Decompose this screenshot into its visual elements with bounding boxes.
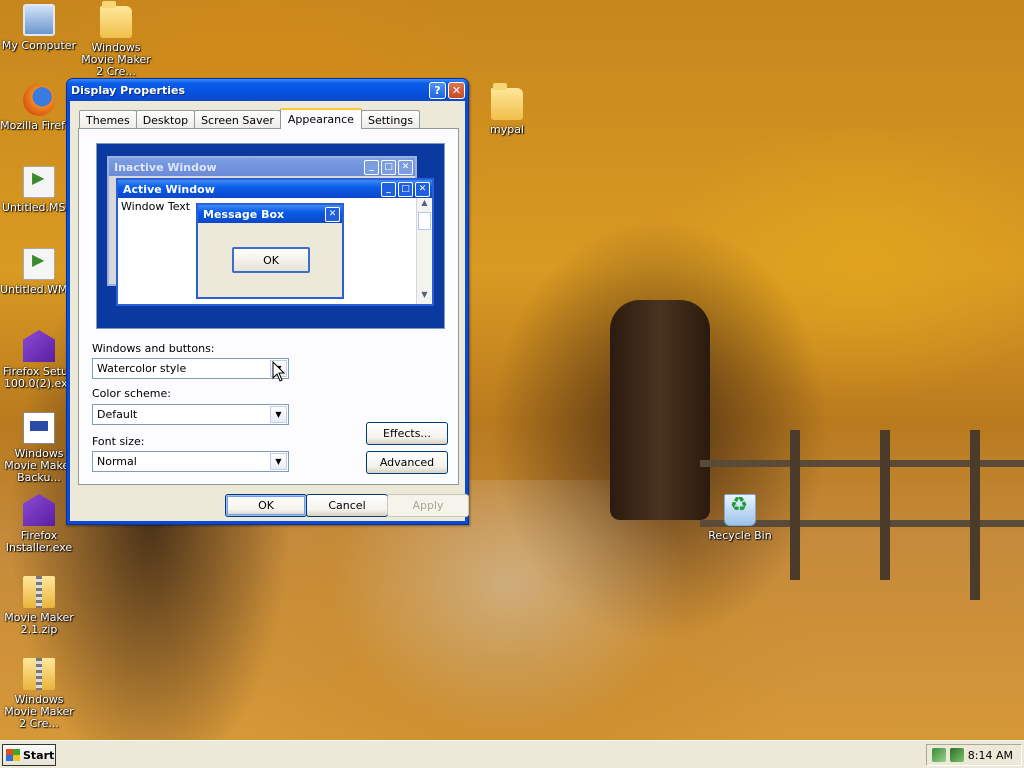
close-icon: ✕ (325, 206, 340, 222)
appearance-panel: Inactive Window _ □ ✕ Active Window _ □ (78, 128, 459, 485)
color-scheme-label: Color scheme: (92, 387, 171, 400)
tab-settings[interactable]: Settings (360, 110, 421, 129)
windows-buttons-label: Windows and buttons: (92, 342, 215, 355)
desktop-icon-recycle-bin[interactable]: Recycle Bin (701, 494, 779, 542)
windows-buttons-select[interactable]: Watercolor style ▼ (92, 358, 289, 379)
minimize-icon: _ (381, 181, 396, 197)
movie-file-icon (23, 166, 55, 198)
advanced-button[interactable]: Advanced (366, 451, 448, 474)
scroll-down-icon: ▼ (421, 290, 428, 299)
folder-icon (100, 1, 132, 38)
font-size-value: Normal (97, 455, 137, 468)
preview-inactive-title: Inactive Window (114, 160, 217, 174)
font-size-label: Font size: (92, 435, 145, 448)
wallpaper-fence-post (970, 430, 980, 600)
zip-folder-icon (23, 658, 55, 690)
tab-strip: Themes Desktop Screen Saver Appearance S… (79, 108, 421, 129)
preview-active-controls: _ □ ✕ (379, 181, 432, 197)
taskbar: Start 8:14 AM (0, 740, 1024, 768)
preview-message-titlebar: Message Box ✕ (198, 205, 342, 223)
firefox-icon (23, 84, 55, 116)
color-scheme-value: Default (97, 408, 138, 421)
window-titlebar[interactable]: Display Properties ? ✕ (67, 79, 468, 101)
desktop-icon-label: Windows Movie Maker 2 Cre... (4, 693, 74, 730)
desktop-icon-label: Movie Maker 2.1.zip (4, 611, 74, 636)
tab-screen-saver[interactable]: Screen Saver (194, 110, 281, 129)
preview-inactive-controls: _ □ ✕ (362, 159, 415, 175)
appearance-preview: Inactive Window _ □ ✕ Active Window _ □ (96, 143, 445, 329)
computer-icon (23, 4, 55, 36)
desktop-icon-label: Windows Movie Maker 2 Cre... (81, 41, 151, 78)
start-label: Start (23, 748, 55, 762)
network-icon[interactable] (931, 748, 946, 762)
window-client-area: Themes Desktop Screen Saver Appearance S… (70, 101, 469, 521)
desktop-icon-movie-maker-zip[interactable]: Movie Maker 2.1.zip (0, 576, 78, 636)
font-size-select[interactable]: Normal ▼ (92, 451, 289, 472)
desktop-icon-mypal[interactable]: mypal (468, 83, 546, 136)
desktop-icon-my-computer[interactable]: My Computer (0, 4, 78, 52)
zip-folder-icon (23, 576, 55, 608)
clock[interactable]: 8:14 AM (968, 749, 1013, 762)
preview-active-titlebar: Active Window _ □ ✕ (118, 180, 432, 198)
cancel-button[interactable]: Cancel (306, 494, 388, 517)
maximize-icon: □ (398, 181, 413, 197)
mouse-cursor-icon (272, 361, 286, 382)
color-scheme-select[interactable]: Default ▼ (92, 404, 289, 425)
display-properties-window[interactable]: Display Properties ? ✕ Themes Desktop Sc… (66, 78, 469, 525)
minimize-icon: _ (364, 159, 379, 175)
close-icon: ✕ (415, 181, 430, 197)
media-file-icon (23, 248, 55, 280)
close-button[interactable]: ✕ (448, 81, 465, 99)
preview-scrollbar: ▲ ▼ (416, 198, 432, 304)
close-icon: ✕ (398, 159, 413, 175)
wallpaper-tree-trunk (610, 300, 710, 520)
chevron-down-icon[interactable]: ▼ (270, 453, 287, 470)
window-title: Display Properties (71, 83, 186, 97)
preview-message-box: Message Box ✕ OK (196, 203, 344, 299)
installer-icon (23, 330, 55, 362)
desktop-icon-movie-maker-2[interactable]: Windows Movie Maker 2 Cre... (0, 658, 78, 730)
desktop-icon-label: mypal (489, 123, 524, 136)
system-tray: 8:14 AM (926, 744, 1022, 766)
desktop-icon-label: Firefox Installer.exe (5, 529, 73, 554)
tab-desktop[interactable]: Desktop (135, 110, 196, 129)
wallpaper-fence-post (880, 430, 890, 580)
preview-message-title: Message Box (203, 207, 285, 221)
desktop-icon-label: My Computer (1, 39, 77, 52)
document-icon (23, 412, 55, 444)
windows-logo-icon (6, 749, 20, 761)
wallpaper-fence-post (790, 430, 800, 580)
start-button[interactable]: Start (2, 744, 56, 766)
ok-button[interactable]: OK (225, 494, 307, 517)
effects-button[interactable]: Effects... (366, 422, 448, 445)
windows-buttons-value: Watercolor style (97, 362, 187, 375)
preview-inactive-titlebar: Inactive Window _ □ ✕ (109, 158, 415, 176)
preview-window-text: Window Text (121, 200, 191, 213)
desktop-icon-label: Recycle Bin (708, 529, 772, 542)
desktop-icon-movie-maker-1[interactable]: Windows Movie Maker 2 Cre... (77, 1, 155, 78)
preview-active-title: Active Window (123, 182, 215, 196)
recycle-bin-icon (724, 494, 756, 526)
preview-ok-button: OK (232, 247, 310, 273)
apply-button[interactable]: Apply (387, 494, 469, 517)
chevron-down-icon[interactable]: ▼ (270, 406, 287, 423)
tab-themes[interactable]: Themes (79, 110, 137, 129)
installer-icon (23, 494, 55, 526)
maximize-icon: □ (381, 159, 396, 175)
folder-icon (491, 83, 523, 120)
preview-message-controls: ✕ (323, 206, 342, 222)
safely-remove-hardware-icon[interactable] (949, 748, 964, 762)
scroll-thumb (418, 212, 431, 230)
help-button[interactable]: ? (429, 81, 446, 99)
tab-appearance[interactable]: Appearance (279, 108, 362, 129)
scroll-up-icon: ▲ (421, 198, 428, 207)
